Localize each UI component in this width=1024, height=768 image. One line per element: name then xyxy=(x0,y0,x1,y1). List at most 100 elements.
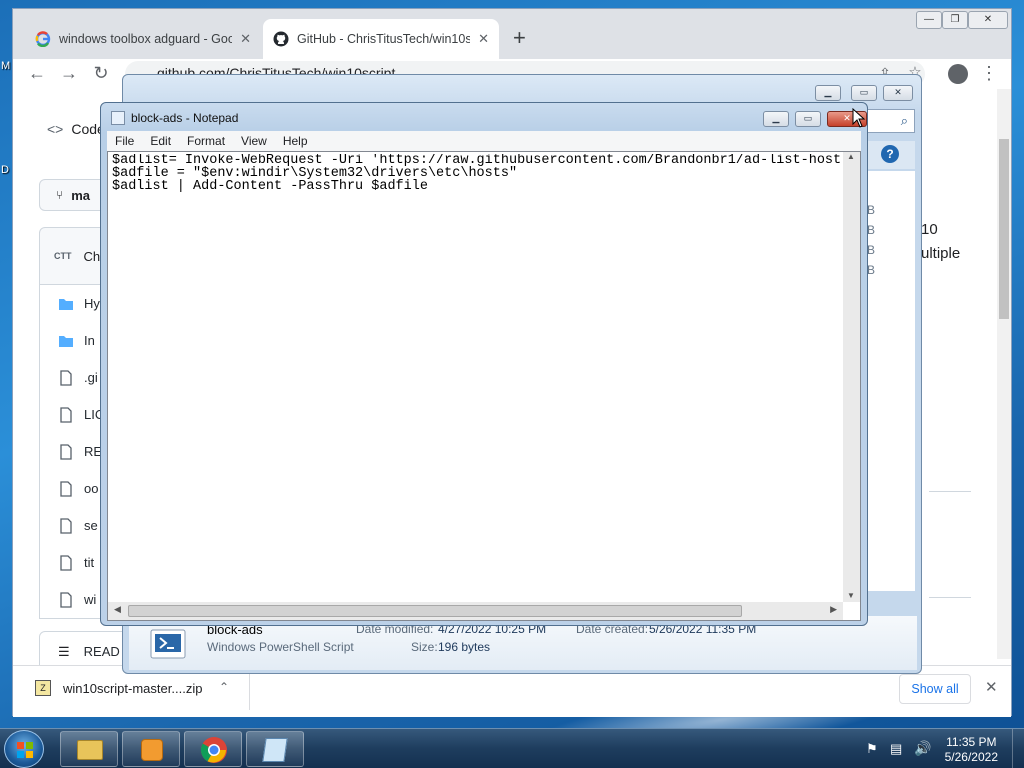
scroll-up-icon[interactable]: ▲ xyxy=(847,152,855,161)
file-name: wi xyxy=(84,592,97,607)
show-all-button[interactable]: Show all xyxy=(899,674,971,704)
divider xyxy=(929,491,971,492)
scroll-right-icon[interactable]: ▶ xyxy=(830,604,837,615)
horizontal-scrollbar[interactable]: ◀ ▶ xyxy=(108,602,843,620)
about-text: ultiple xyxy=(921,245,961,262)
file-name: Hy xyxy=(84,296,100,311)
taskbar-notepad[interactable] xyxy=(246,731,304,767)
show-desktop-button[interactable] xyxy=(1012,729,1024,768)
explorer-search-box[interactable]: ⌕ xyxy=(865,109,915,133)
file-name: oo xyxy=(84,481,99,496)
taskbar-explorer[interactable] xyxy=(60,731,118,767)
file-name: tit xyxy=(84,555,95,570)
clock-time: 11:35 PM xyxy=(946,735,997,749)
scrollbar-thumb[interactable] xyxy=(999,139,1009,319)
file-icon xyxy=(60,406,72,423)
github-icon xyxy=(273,31,289,47)
menu-view[interactable]: View xyxy=(233,134,275,148)
explorer-close-button[interactable]: ✕ xyxy=(883,85,913,101)
menu-file[interactable]: File xyxy=(107,134,142,148)
tab-close-icon[interactable]: ✕ xyxy=(240,31,251,47)
tab-close-icon[interactable]: ✕ xyxy=(478,31,489,47)
explorer-maximize-button[interactable]: ▭ xyxy=(851,85,877,101)
chrome-close-button[interactable]: ✕ xyxy=(968,11,1008,29)
scroll-down-icon[interactable]: ▼ xyxy=(847,591,855,600)
commit-author[interactable]: Ch xyxy=(84,249,101,264)
menu-format[interactable]: Format xyxy=(179,134,233,148)
close-download-bar-button[interactable]: ✕ xyxy=(985,678,998,696)
menu-help[interactable]: Help xyxy=(275,134,316,148)
notepad-menubar: File Edit Format View Help xyxy=(107,131,861,151)
file-icon xyxy=(60,591,72,608)
scroll-left-icon[interactable]: ◀ xyxy=(114,604,121,615)
scrollbar-thumb[interactable] xyxy=(128,605,742,617)
desktop-icon-label[interactable]: D xyxy=(1,164,9,176)
folder-icon xyxy=(77,740,103,760)
file-name: .gi xyxy=(84,370,98,385)
file-icon xyxy=(60,517,72,534)
chrome-menu-icon[interactable]: ⋮ xyxy=(977,62,1001,86)
reload-icon[interactable]: ↻ xyxy=(89,62,113,86)
taskbar: ⚑ ▤ 🔊 11:35 PM 5/26/2022 xyxy=(0,728,1024,768)
size-fragment: B xyxy=(867,223,876,237)
chrome-icon xyxy=(200,737,227,763)
page-scrollbar[interactable] xyxy=(997,89,1011,659)
explorer-minimize-button[interactable]: ▁ xyxy=(815,85,841,101)
explorer-toolbar: ? xyxy=(867,141,915,169)
code-tab[interactable]: <> Code xyxy=(47,121,105,137)
divider xyxy=(249,674,250,710)
powershell-script-icon xyxy=(150,629,186,659)
notepad-title: block-ads - Notepad xyxy=(131,111,239,125)
media-player-icon xyxy=(141,739,163,761)
list-icon: ☰ xyxy=(58,643,70,659)
network-icon[interactable]: ▤ xyxy=(890,741,902,757)
taskbar-media-player[interactable] xyxy=(122,731,180,767)
file-icon xyxy=(60,369,72,386)
branch-icon: ⑂ xyxy=(56,188,64,202)
taskbar-clock[interactable]: 11:35 PM 5/26/2022 xyxy=(945,735,998,765)
divider xyxy=(929,597,971,598)
notepad-text-area[interactable]: $adlist= Invoke-WebRequest -Uri 'https:/… xyxy=(107,151,861,621)
start-button[interactable] xyxy=(4,730,44,768)
notepad-maximize-button[interactable]: ▭ xyxy=(795,111,821,127)
explorer-file-pane: B B B B xyxy=(867,171,915,591)
chrome-minimize-button[interactable]: — xyxy=(916,11,942,29)
zip-file-icon: Z xyxy=(35,680,51,696)
profile-avatar-icon[interactable] xyxy=(948,64,968,84)
notepad-icon xyxy=(111,111,125,125)
forward-arrow-icon[interactable]: → xyxy=(57,62,81,86)
file-icon xyxy=(60,554,72,571)
branch-label: ma xyxy=(71,187,90,203)
volume-icon[interactable]: 🔊 xyxy=(914,740,931,757)
size-fragment: B xyxy=(867,203,876,217)
size-value: 196 bytes xyxy=(438,640,491,654)
new-tab-button[interactable]: + xyxy=(513,25,526,51)
menu-edit[interactable]: Edit xyxy=(142,134,179,148)
notepad-window: block-ads - Notepad ▁ ▭ ✕ File Edit Form… xyxy=(100,102,868,626)
notepad-content[interactable]: $adlist= Invoke-WebRequest -Uri 'https:/… xyxy=(112,154,842,193)
owner-avatar: CTT xyxy=(54,251,72,261)
notepad-minimize-button[interactable]: ▁ xyxy=(763,111,789,127)
chrome-maximize-button[interactable]: ❐ xyxy=(942,11,968,29)
tab-github[interactable]: GitHub - ChrisTitusTech/win10sc ✕ xyxy=(263,19,499,59)
back-arrow-icon[interactable]: ← xyxy=(25,62,49,86)
clock-date: 5/26/2022 xyxy=(944,750,998,764)
help-icon[interactable]: ? xyxy=(881,145,899,163)
chevron-up-icon[interactable]: ⌃ xyxy=(219,680,229,694)
notepad-icon xyxy=(262,738,288,762)
taskbar-chrome[interactable] xyxy=(184,731,242,767)
tab-title: GitHub - ChrisTitusTech/win10sc xyxy=(297,32,471,46)
folder-icon xyxy=(59,298,73,310)
code-icon: <> xyxy=(47,121,64,137)
file-name: In xyxy=(84,333,95,348)
windows-logo-icon xyxy=(17,742,33,758)
details-file-type: Windows PowerShell Script xyxy=(207,640,354,654)
mouse-cursor-icon xyxy=(852,108,866,128)
download-filename[interactable]: win10script-master....zip xyxy=(63,681,202,696)
tab-google-search[interactable]: windows toolbox adguard - Goo ✕ xyxy=(25,19,261,59)
vertical-scrollbar[interactable]: ▲ ▼ xyxy=(843,152,860,602)
desktop-icon-label[interactable]: M xyxy=(1,60,10,72)
tab-title: windows toolbox adguard - Goo xyxy=(59,32,233,46)
google-icon xyxy=(35,31,51,47)
action-center-icon[interactable]: ⚑ xyxy=(866,741,878,757)
